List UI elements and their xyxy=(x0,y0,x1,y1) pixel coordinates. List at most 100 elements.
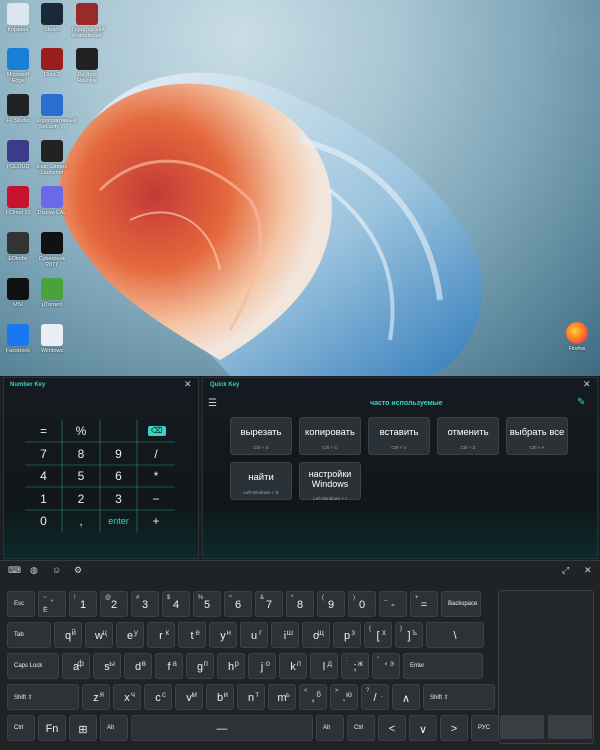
keyboard-key[interactable]: sы xyxy=(93,653,121,679)
keyboard-key[interactable]: 6 ^ xyxy=(224,591,252,617)
keyboard-key[interactable]: — xyxy=(131,715,313,741)
list-icon[interactable]: ☰ xyxy=(208,398,217,409)
number-key[interactable]: 6 xyxy=(100,465,137,487)
keyboard-key[interactable]: ∨ xyxy=(409,715,437,741)
globe-icon[interactable]: ◍ xyxy=(30,565,38,576)
keyboard-key[interactable]: Tab xyxy=(7,622,51,648)
keyboard-key[interactable]: , < б xyxy=(299,684,327,710)
number-key[interactable]: 4 xyxy=(25,465,62,487)
keyboard-key[interactable]: \ xyxy=(426,622,484,648)
resize-icon[interactable]: ⤢ xyxy=(562,565,569,576)
keyboard-key[interactable]: Caps Lock xyxy=(7,653,59,679)
keyboard-key[interactable]: [{х xyxy=(364,622,392,648)
desktop-icon[interactable]: Steam xyxy=(37,3,67,33)
keyboard-key[interactable]: vм xyxy=(175,684,203,710)
number-key[interactable]: 9 xyxy=(100,443,137,465)
keyboard-key[interactable]: gп xyxy=(186,653,214,679)
number-key[interactable]: 1 xyxy=(25,488,62,510)
keyboard-key[interactable]: ⊞ xyxy=(69,715,97,741)
desktop-icon[interactable]: Dota 2 xyxy=(37,48,67,78)
desktop-icon[interactable]: DaVinci Resolve xyxy=(72,48,102,84)
keyboard-key[interactable]: wц xyxy=(85,622,113,648)
desktop-icon[interactable]: Facebook xyxy=(3,324,33,354)
keyboard-key[interactable]: iш xyxy=(271,622,299,648)
keyboard-key[interactable]: 0) xyxy=(348,591,376,617)
number-key[interactable]: ⌫ xyxy=(147,426,166,436)
keyboard-key[interactable]: lд xyxy=(310,653,338,679)
keyboard-key[interactable]: ' " э xyxy=(372,653,400,679)
keyboard-key[interactable]: 4 $ xyxy=(162,591,190,617)
desktop-icon[interactable]: µTorrent xyxy=(37,278,67,308)
keyboard-key[interactable]: Fn xyxy=(38,715,66,741)
keyboard-key[interactable]: Shift ⇧ xyxy=(7,684,79,710)
keyboard-key[interactable]: dв xyxy=(124,653,152,679)
keyboard-key[interactable]: ∧ xyxy=(392,684,420,710)
keyboard-key[interactable]: mь xyxy=(268,684,296,710)
number-key[interactable]: − xyxy=(138,488,175,510)
number-key[interactable]: 5 xyxy=(63,465,100,487)
keyboard-key[interactable]: РУС xyxy=(471,715,499,741)
keyboard-key[interactable]: hр xyxy=(217,653,245,679)
keyboard-key[interactable]: pз xyxy=(333,622,361,648)
keyboard-key[interactable]: 1! xyxy=(69,591,97,617)
keyboard-key[interactable]: Shift ⇧ xyxy=(423,684,495,710)
desktop-icon[interactable]: MSI xyxy=(3,278,33,308)
keyboard-key[interactable]: jо xyxy=(248,653,276,679)
desktop-icon[interactable]: DisplayCAL xyxy=(37,186,67,216)
keyboard-key[interactable]: xч xyxy=(113,684,141,710)
desktop-icon[interactable]: PCLOUD xyxy=(3,140,33,170)
keyboard-key[interactable]: ;: ж xyxy=(341,653,369,679)
quick-key-button[interactable]: вырезать Ctrl + X xyxy=(230,417,292,455)
number-key[interactable]: 7 xyxy=(25,443,62,465)
keyboard-key[interactable]: zя xyxy=(82,684,110,710)
number-key-close-button[interactable]: ✕ xyxy=(184,379,192,390)
keyboard-key[interactable]: fа xyxy=(155,653,183,679)
keyboard-key[interactable]: Backspace xyxy=(441,591,481,617)
edit-icon[interactable]: ✎ xyxy=(577,397,585,408)
quick-key-button[interactable]: выбрать все Ctrl + A xyxy=(506,417,568,455)
touchpad-left-button[interactable] xyxy=(500,715,544,739)
quick-key-button[interactable]: вставить Ctrl + V xyxy=(368,417,430,455)
keyboard-key[interactable]: ` ~ Ё xyxy=(38,591,66,617)
keyboard-key[interactable]: rк xyxy=(147,622,175,648)
keyboard-key[interactable]: uг xyxy=(240,622,268,648)
number-key[interactable]: * xyxy=(138,465,175,487)
keyboard-key[interactable]: 2 @ xyxy=(100,591,128,617)
desktop-icon[interactable]: Cyberpunk 2077 xyxy=(37,232,67,268)
keyboard-key[interactable]: 9( xyxy=(317,591,345,617)
keyboard-key[interactable]: < xyxy=(378,715,406,741)
number-key[interactable]: / xyxy=(138,443,175,465)
settings-icon[interactable]: ⚙ xyxy=(74,565,82,576)
number-key[interactable]: , xyxy=(63,510,100,532)
touchpad-right-button[interactable] xyxy=(548,715,592,739)
keyboard-key[interactable]: Enter xyxy=(403,653,483,679)
keyboard-key[interactable]: = + xyxy=(410,591,438,617)
keyboard-key[interactable]: eу xyxy=(116,622,144,648)
keyboard-key[interactable]: 5% xyxy=(193,591,221,617)
number-key[interactable]: 2 xyxy=(63,488,100,510)
quick-key-button[interactable]: отменить Ctrl + Z xyxy=(437,417,499,455)
number-key[interactable]: % xyxy=(63,420,100,442)
keyboard-key[interactable]: yн xyxy=(209,622,237,648)
keyboard-key[interactable]: > xyxy=(440,715,468,741)
number-key[interactable]: 3 xyxy=(100,488,137,510)
keyboard-key[interactable]: aф xyxy=(62,653,90,679)
firefox-desktop-icon[interactable]: Firefox xyxy=(562,322,592,352)
number-key[interactable]: 8 xyxy=(63,443,100,465)
keyboard-icon[interactable]: ⌨ xyxy=(8,565,21,576)
keyboard-key[interactable]: Esc xyxy=(7,591,35,617)
keyboard-key[interactable]: nт xyxy=(237,684,265,710)
desktop-icon[interactable]: Windows xyxy=(37,324,67,354)
keyboard-key[interactable]: Ctrl xyxy=(347,715,375,741)
keyboard-key[interactable]: oщ xyxy=(302,622,330,648)
keyboard-key[interactable]: Ctrl xyxy=(7,715,35,741)
desktop-icon[interactable]: Герцгофский Ковбойский xyxy=(72,3,105,39)
desktop-icon[interactable]: FCimal 10 xyxy=(3,186,33,216)
quick-key-button[interactable]: копировать Ctrl + C xyxy=(299,417,361,455)
keyboard-key[interactable]: tе xyxy=(178,622,206,648)
desktop-icon[interactable]: Epic Games Launcher xyxy=(37,140,67,176)
keyboard-key[interactable]: 8 * xyxy=(286,591,314,617)
keyboard-key[interactable]: qй xyxy=(54,622,82,648)
number-key[interactable]: + xyxy=(138,510,175,532)
keyboard-key[interactable]: . > ю xyxy=(330,684,358,710)
